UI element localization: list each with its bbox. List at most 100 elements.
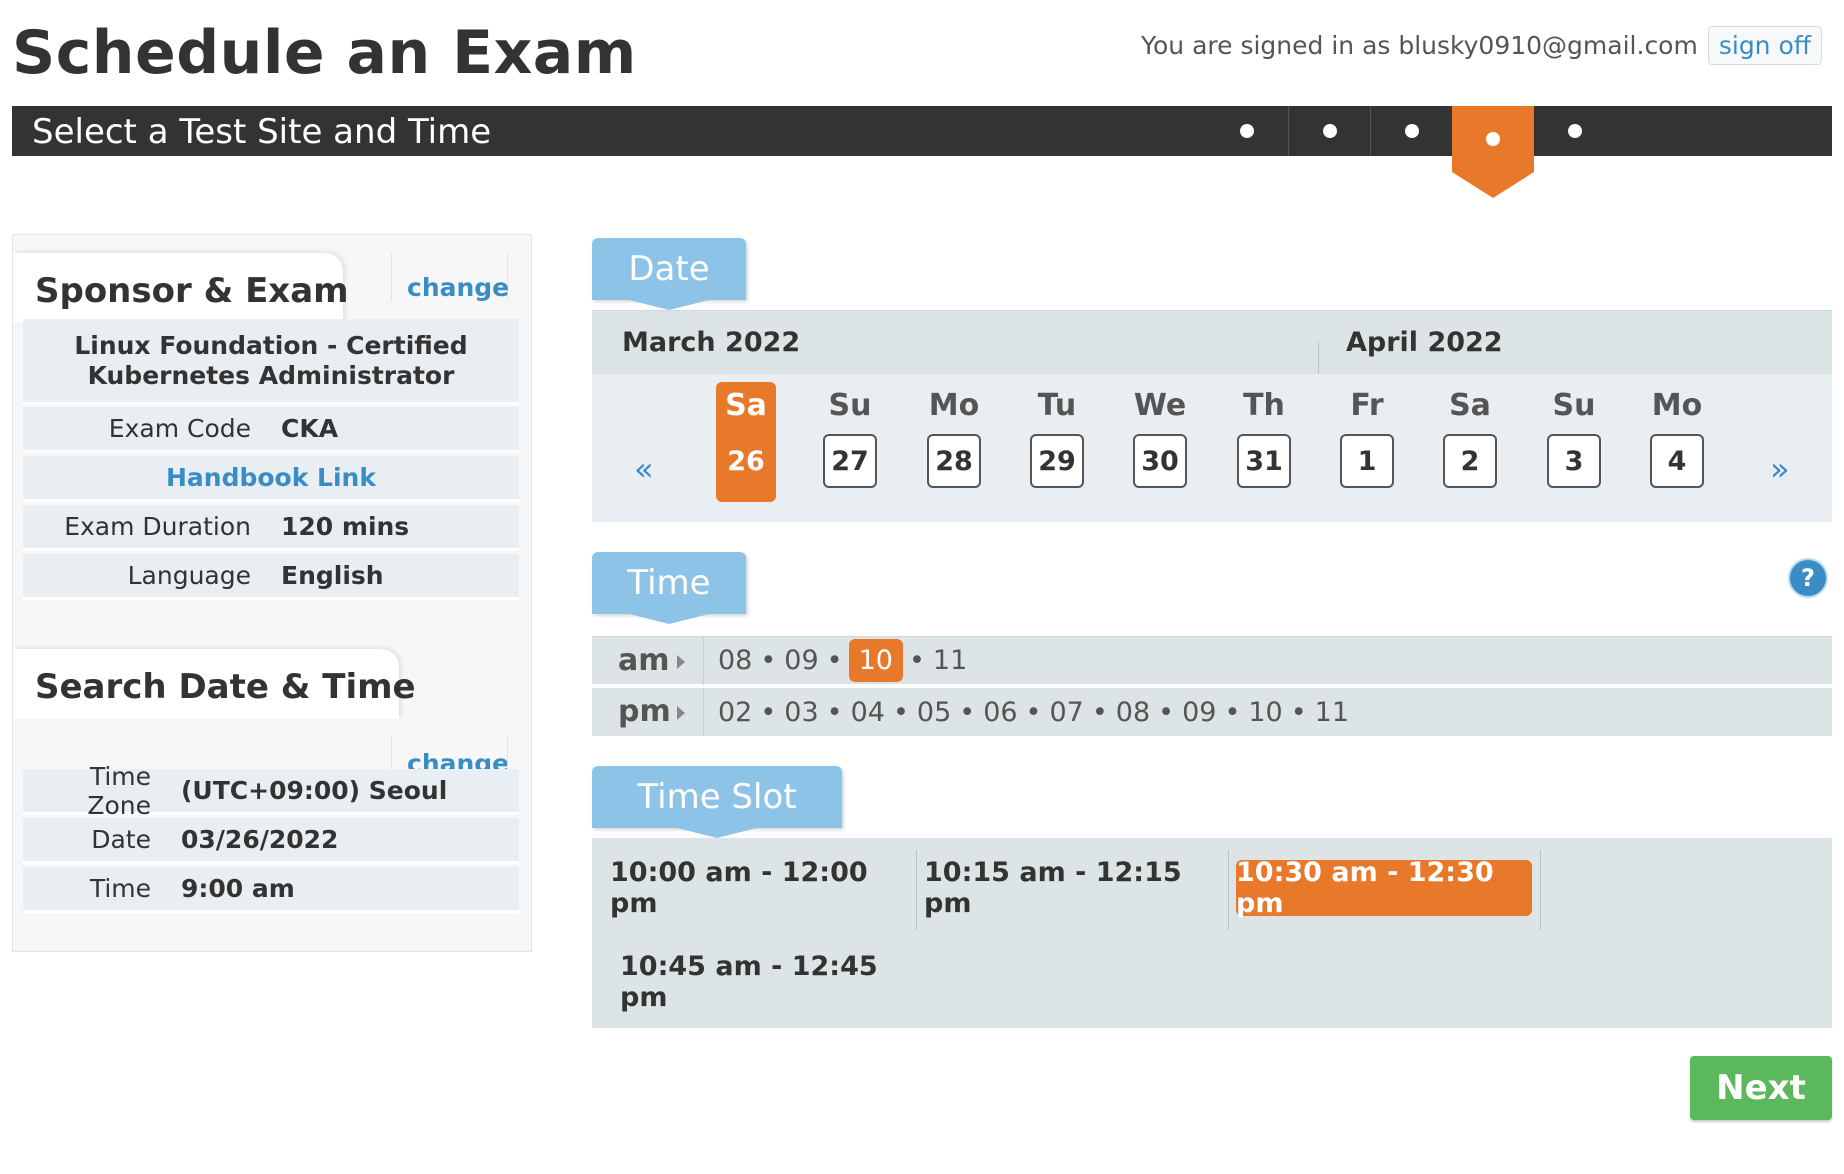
hour-option[interactable]: 03: [782, 693, 820, 732]
change-search-link[interactable]: change: [407, 749, 507, 769]
day-number: 1: [1340, 434, 1394, 488]
hour-option[interactable]: 09: [782, 641, 820, 680]
hour-option[interactable]: 05: [915, 693, 953, 732]
step-3-indicator: [1370, 106, 1452, 156]
hour-option[interactable]: 11: [1313, 693, 1351, 732]
step-1-indicator: [1206, 106, 1288, 156]
bullet-separator: •: [826, 696, 843, 728]
search-date-time-heading: Search Date & Time: [35, 667, 416, 707]
exam-name: Linux Foundation - Certified Kubernetes …: [23, 319, 519, 405]
sign-off-button[interactable]: sign off: [1707, 26, 1822, 65]
hour-option[interactable]: 08: [716, 641, 754, 680]
bullet-separator: •: [1224, 696, 1241, 728]
step-4-indicator-active: [1452, 106, 1534, 198]
day-number: 30: [1133, 434, 1187, 488]
language-row: Language English: [23, 554, 519, 600]
signin-area: You are signed in as blusky0910@gmail.co…: [1141, 26, 1822, 65]
day-of-week: Tu: [1037, 388, 1077, 423]
day-option-selected[interactable]: Sa 26: [716, 382, 776, 502]
hour-option[interactable]: 10: [1246, 693, 1284, 732]
time-slot-option[interactable]: 10:45 am - 12:45 pm: [620, 951, 900, 1013]
am-toggle[interactable]: am: [592, 636, 704, 685]
am-hour-list: 08 • 09 • 10 • 11: [704, 639, 969, 682]
divider: [391, 735, 392, 771]
day-number: 28: [927, 434, 981, 488]
hour-option[interactable]: 09: [1180, 693, 1218, 732]
next-dates-arrow-icon[interactable]: »: [1770, 450, 1790, 488]
day-number: 4: [1650, 434, 1704, 488]
handbook-link[interactable]: Handbook Link: [166, 463, 376, 492]
handbook-row: Handbook Link: [23, 456, 519, 502]
day-of-week: Mo: [928, 388, 980, 423]
day-of-week: Sa: [1449, 388, 1491, 423]
date-picker-row: « Sa 26 Su 27 Mo 28 Tu 29 We 30 Th 31 Fr…: [592, 374, 1832, 522]
step-dot: [1322, 124, 1337, 138]
prev-dates-arrow-icon[interactable]: «: [634, 450, 654, 488]
time-section-tab: Time: [592, 552, 746, 624]
day-option[interactable]: We 30: [1130, 382, 1190, 502]
divider: [391, 253, 392, 301]
day-option[interactable]: Fr 1: [1337, 382, 1397, 502]
exam-duration-row: Exam Duration 120 mins: [23, 505, 519, 551]
slot-divider: [916, 850, 917, 930]
time-zone-row: Time Zone (UTC+09:00) Seoul: [23, 762, 519, 820]
hour-option[interactable]: 08: [1114, 693, 1152, 732]
day-option[interactable]: Mo 28: [924, 382, 984, 502]
step-dot: [1568, 124, 1582, 138]
hour-option[interactable]: 02: [716, 693, 754, 732]
bullet-separator: •: [1158, 696, 1175, 728]
day-of-week: Su: [1552, 388, 1596, 423]
bullet-separator: •: [826, 645, 843, 676]
day-number: 26: [727, 445, 765, 477]
next-button[interactable]: Next: [1690, 1056, 1832, 1120]
step-title: Select a Test Site and Time: [32, 112, 492, 152]
step-dot: [1486, 132, 1500, 146]
bullet-separator: •: [1025, 696, 1042, 728]
slot-divider: [1540, 850, 1541, 930]
day-of-week: Th: [1243, 388, 1285, 423]
bullet-separator: •: [892, 696, 909, 728]
time-row: Time 9:00 am: [23, 867, 519, 913]
hour-option[interactable]: 06: [981, 693, 1019, 732]
day-of-week: Fr: [1350, 388, 1384, 423]
step-5-indicator: [1534, 106, 1616, 156]
date-row: Date 03/26/2022: [23, 818, 519, 864]
month-divider: [1318, 341, 1319, 375]
date-label: Date: [91, 825, 151, 854]
day-option[interactable]: Sa 2: [1440, 382, 1500, 502]
signed-in-text: You are signed in as blusky0910@gmail.co…: [1141, 31, 1698, 60]
hour-option-selected[interactable]: 10: [848, 639, 903, 682]
day-of-week: Su: [828, 388, 872, 423]
hour-option[interactable]: 04: [849, 693, 887, 732]
change-exam-link[interactable]: change: [407, 273, 509, 302]
language-label: Language: [127, 561, 251, 590]
time-slot-option-selected[interactable]: 10:30 am - 12:30 pm: [1236, 857, 1532, 919]
day-option[interactable]: Su 3: [1544, 382, 1604, 502]
day-option[interactable]: Mo 4: [1647, 382, 1707, 502]
exam-duration-label: Exam Duration: [64, 512, 251, 541]
pm-toggle[interactable]: pm: [592, 688, 704, 736]
exam-duration-value: 120 mins: [281, 512, 410, 541]
day-number: 2: [1443, 434, 1497, 488]
step-progress-bar: Select a Test Site and Time: [12, 106, 1832, 198]
bullet-separator: •: [908, 645, 925, 676]
time-slot-option[interactable]: 10:00 am - 12:00 pm: [610, 857, 890, 919]
language-value: English: [281, 561, 384, 590]
help-icon[interactable]: ?: [1790, 560, 1826, 596]
am-hours-row: am 08 • 09 • 10 • 11: [592, 636, 1832, 685]
time-slot-section-tab: Time Slot: [592, 766, 842, 838]
day-number: 29: [1030, 434, 1084, 488]
day-option[interactable]: Th 31: [1234, 382, 1294, 502]
time-zone-label: Time Zone: [87, 761, 151, 820]
hour-option[interactable]: 07: [1047, 693, 1085, 732]
day-option[interactable]: Tu 29: [1027, 382, 1087, 502]
pm-hours-row: pm 02 • 03 • 04 • 05 • 06 • 07 • 08 • 09 • 10 • 1…: [592, 688, 1832, 736]
divider: [507, 735, 508, 771]
time-slot-option[interactable]: 10:15 am - 12:15 pm: [924, 857, 1204, 919]
time-zone-value: (UTC+09:00) Seoul: [181, 776, 448, 805]
day-option[interactable]: Su 27: [820, 382, 880, 502]
change-search-clip: change: [393, 745, 507, 769]
hour-option[interactable]: 11: [931, 641, 969, 680]
pm-hour-list: 02 • 03 • 04 • 05 • 06 • 07 • 08 • 09 • 10 • 11: [704, 693, 1351, 732]
bullet-separator: •: [1091, 696, 1108, 728]
